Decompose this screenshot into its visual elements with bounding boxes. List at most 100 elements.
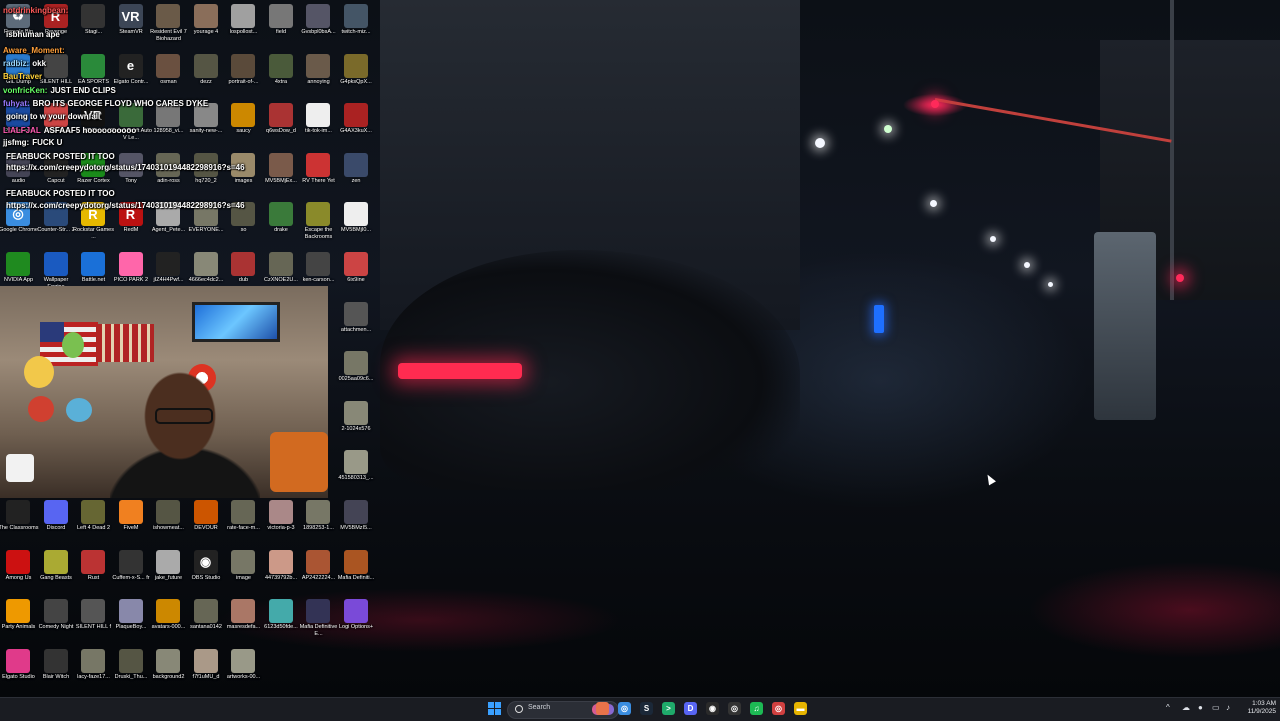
desktop-icon[interactable]: Escape the Backrooms: [300, 198, 337, 246]
desktop-icon[interactable]: Resident Evil 7 Biohazard: [150, 0, 187, 48]
start-button[interactable]: [488, 702, 502, 716]
network-icon[interactable]: ☁: [1182, 703, 1190, 712]
desktop-icon[interactable]: Tony: [113, 149, 150, 197]
desktop-icon[interactable]: Mafia Definiti...: [338, 546, 375, 594]
image-file-icon: [306, 4, 330, 28]
desktop-icon[interactable]: Stagi...: [75, 0, 112, 48]
desktop-icon[interactable]: MV5BMzI5...: [338, 496, 375, 544]
volume-icon[interactable]: ♪: [1226, 703, 1230, 712]
desktop-icon[interactable]: lospollost...: [225, 0, 262, 48]
desktop-icon[interactable]: background2: [150, 645, 187, 693]
chevron-up-icon[interactable]: ^: [1166, 703, 1170, 712]
desktop-icon[interactable]: avatars-000...: [150, 595, 187, 643]
monitor-icon[interactable]: ▭: [1212, 703, 1220, 712]
desktop-icon[interactable]: image: [225, 546, 262, 594]
desktop-icon[interactable]: Druski_Thu...: [113, 645, 150, 693]
desktop-icon[interactable]: saucy: [225, 99, 262, 147]
desktop-icon[interactable]: The Classrooms: [0, 496, 39, 544]
plush-toy: [66, 398, 92, 422]
desktop-icon[interactable]: 6123d50fde...: [263, 595, 300, 643]
desktop-icon[interactable]: yourage 4: [188, 0, 225, 48]
desktop-icon[interactable]: RV There Yet: [300, 149, 337, 197]
desktop-icon[interactable]: Logi Options+: [338, 595, 375, 643]
desktop-icon[interactable]: santana0142: [188, 595, 225, 643]
image-file-icon: [343, 152, 368, 177]
desktop-icon[interactable]: Mafia Definitive E...: [300, 595, 337, 643]
steam-icon[interactable]: S: [640, 702, 653, 715]
desktop-icon[interactable]: AP2422224...: [300, 546, 337, 594]
desktop-icon[interactable]: MV5BMjEx...: [263, 149, 300, 197]
desktop-icon[interactable]: zen: [338, 149, 375, 197]
app-icon[interactable]: ◎: [728, 702, 741, 715]
obs-icon[interactable]: ◉: [706, 702, 719, 715]
desktop-icon[interactable]: Comedy Night: [38, 595, 75, 643]
desktop-icon[interactable]: Discord: [38, 496, 75, 544]
chrome-alt-icon[interactable]: ◎: [772, 702, 785, 715]
desktop-icon[interactable]: ishowmeat...: [150, 496, 187, 544]
desktop-icon[interactable]: FiveM: [113, 496, 150, 544]
desktop-icon[interactable]: G4AX3kuX...: [338, 99, 375, 147]
desktop-icon[interactable]: hq720_2: [188, 149, 225, 197]
desktop-icon[interactable]: Left 4 Dead 2: [75, 496, 112, 544]
desktop-icon[interactable]: 44739792b...: [263, 546, 300, 594]
desktop-icon[interactable]: PlaqueBoy...: [113, 595, 150, 643]
desktop-icon[interactable]: 0025aa09c6...: [338, 347, 375, 395]
desktop-icon[interactable]: jake_future: [150, 546, 187, 594]
desktop-icon[interactable]: osman: [150, 50, 187, 98]
desktop-icon[interactable]: G4pksQpX...: [338, 50, 375, 98]
chrome-icon[interactable]: ◎: [618, 702, 631, 715]
desktop-icon[interactable]: adin-ross: [150, 149, 187, 197]
desktop-icon-label: attachmen...: [340, 326, 372, 333]
image-file-icon: [193, 252, 218, 276]
desktop-icon[interactable]: Gang Beasts: [38, 546, 75, 594]
desktop-icon[interactable]: DEVOUR: [188, 496, 225, 544]
desktop-icon[interactable]: Rust: [75, 546, 112, 594]
microphone-icon[interactable]: ●: [1198, 703, 1203, 712]
desktop-icon[interactable]: drake: [263, 198, 300, 246]
desktop-icon[interactable]: victoria-p-3: [263, 496, 300, 544]
game-icon: [43, 549, 68, 574]
discord-icon[interactable]: D: [684, 702, 697, 715]
desktop-icon[interactable]: masresdefa...: [225, 595, 262, 643]
chat-message: isbhuman ape: [3, 30, 60, 39]
desktop-icon[interactable]: q6wsDow_d: [263, 99, 300, 147]
edge-icon[interactable]: [596, 702, 609, 715]
desktop-icon[interactable]: field: [263, 0, 300, 48]
desktop-icon[interactable]: annoying: [300, 50, 337, 98]
desktop-icon[interactable]: images: [225, 149, 262, 197]
desktop-icon[interactable]: 6ix9ine: [338, 248, 375, 296]
desktop-icon[interactable]: 451580313_...: [338, 446, 375, 494]
desktop-icon[interactable]: 4xtra: [263, 50, 300, 98]
desktop-icon[interactable]: rate-face-m...: [225, 496, 262, 544]
desktop-icon[interactable]: twitch-miz...: [338, 0, 375, 48]
street-light: [990, 236, 996, 242]
desktop-icon[interactable]: lacy-faze17...: [75, 645, 112, 693]
image-file-icon: [118, 599, 143, 624]
desktop-icon[interactable]: tik-tok-im...: [300, 99, 337, 147]
desktop-icon[interactable]: Gvsbpl0bsA...: [300, 0, 337, 48]
desktop-icon[interactable]: artworks-00...: [225, 645, 262, 693]
image-file-icon: [156, 53, 180, 78]
desktop-icon[interactable]: portrait-of-...: [225, 50, 262, 98]
desktop-icon[interactable]: Elgato Studio: [0, 645, 37, 693]
spotify-icon[interactable]: ♫: [750, 702, 763, 715]
game-icon: [6, 549, 30, 574]
desktop-icon[interactable]: Among Us: [0, 546, 37, 594]
terminal-icon[interactable]: >: [662, 702, 675, 715]
taskbar-clock[interactable]: 1:03 AM 11/9/2025: [1240, 700, 1276, 716]
desktop-icon[interactable]: attachmen...: [338, 298, 375, 346]
desktop-icon[interactable]: e Elgato Contr...: [113, 50, 150, 98]
desktop-icon[interactable]: SILENT HILL f: [75, 595, 112, 643]
desktop-icon[interactable]: 1898253-1...: [300, 496, 337, 544]
desktop-icon[interactable]: Party Animals: [0, 595, 37, 643]
file-explorer-icon[interactable]: ▬: [794, 702, 807, 715]
desktop-icon[interactable]: MV5BMjI0...: [338, 198, 375, 246]
desktop-icon[interactable]: f7f1uMU_d: [188, 645, 225, 693]
desktop-icon[interactable]: ◉ OBS Studio: [188, 546, 225, 594]
desktop-icon[interactable]: Cuffem-x-S... fr: [112, 546, 150, 594]
game-icon: [306, 599, 330, 624]
desktop-icon[interactable]: 2-1024x576: [338, 397, 375, 445]
desktop-icon[interactable]: Blair Witch: [38, 645, 75, 693]
desktop-icon[interactable]: VR SteamVR: [113, 0, 150, 48]
desktop-icon[interactable]: dezz: [188, 50, 225, 98]
